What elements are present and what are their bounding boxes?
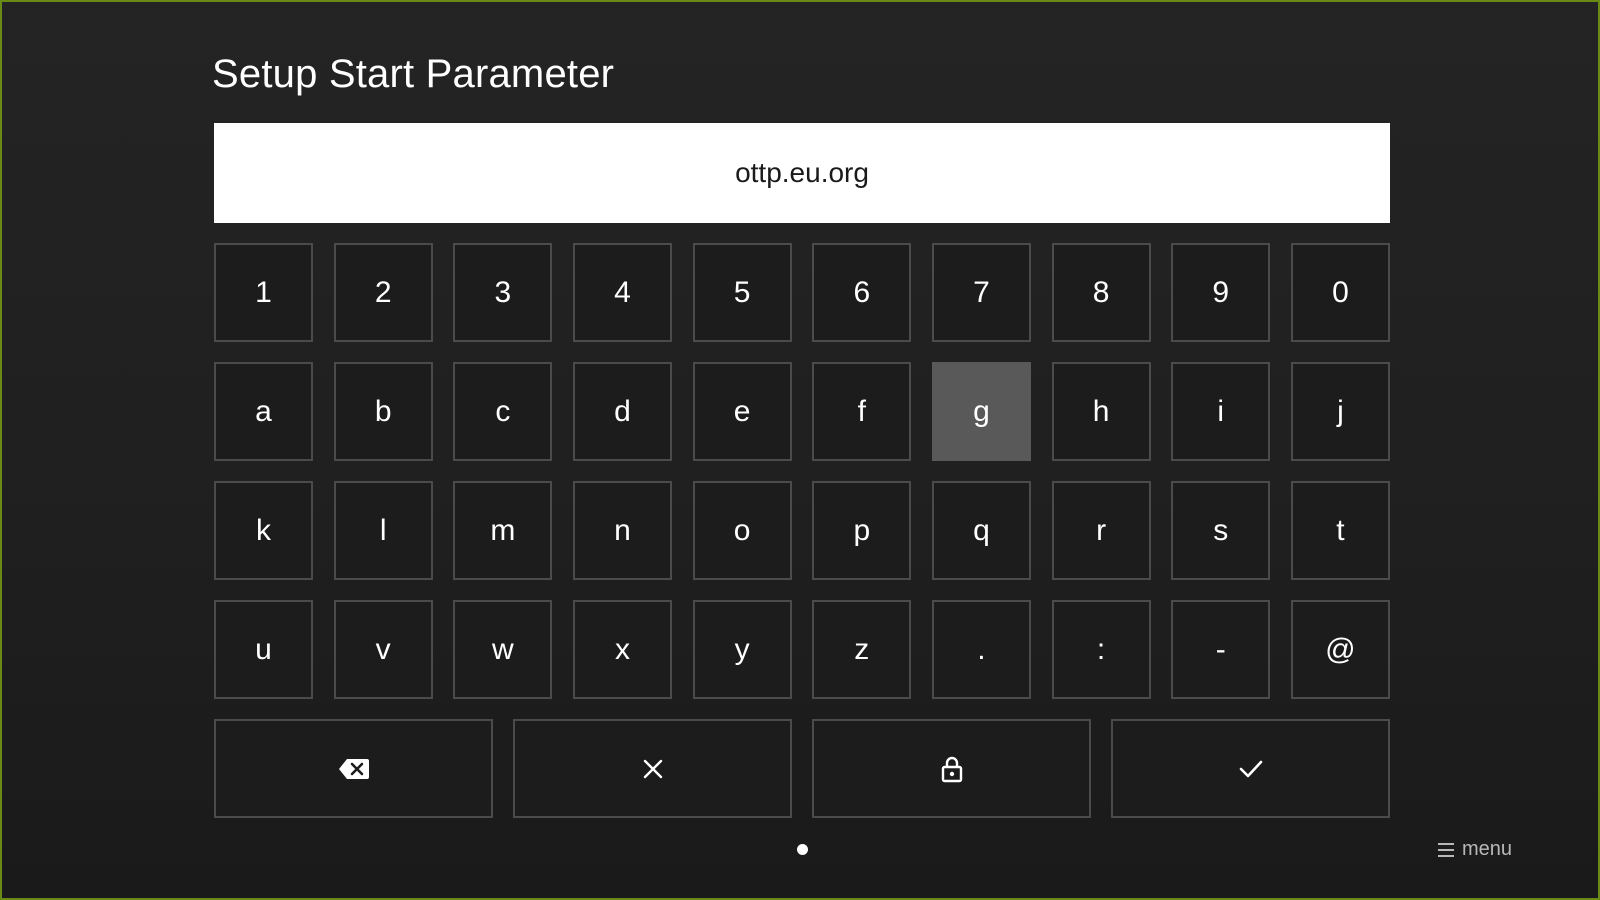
lock-button[interactable] (812, 719, 1091, 818)
backspace-button[interactable] (214, 719, 493, 818)
key-hyphen[interactable]: - (1171, 600, 1271, 699)
key-period[interactable]: . (931, 600, 1031, 699)
key-z[interactable]: z (812, 600, 912, 699)
key-8[interactable]: 8 (1051, 243, 1151, 342)
key-t[interactable]: t (1290, 481, 1390, 580)
key-colon[interactable]: : (1051, 600, 1151, 699)
key-v[interactable]: v (333, 600, 433, 699)
menu-icon (1438, 842, 1454, 857)
key-l[interactable]: l (333, 481, 433, 580)
key-7[interactable]: 7 (931, 243, 1031, 342)
menu-hint[interactable]: menu (1438, 838, 1512, 861)
key-at[interactable]: @ (1290, 600, 1390, 699)
key-u[interactable]: u (214, 600, 313, 699)
key-2[interactable]: 2 (333, 243, 433, 342)
page-indicator-dot (797, 844, 808, 855)
key-p[interactable]: p (812, 481, 912, 580)
key-i[interactable]: i (1171, 362, 1271, 461)
key-o[interactable]: o (692, 481, 792, 580)
key-q[interactable]: q (931, 481, 1031, 580)
key-9[interactable]: 9 (1171, 243, 1271, 342)
key-3[interactable]: 3 (453, 243, 553, 342)
key-s[interactable]: s (1171, 481, 1271, 580)
key-n[interactable]: n (572, 481, 672, 580)
key-x[interactable]: x (572, 600, 672, 699)
start-parameter-input[interactable]: ottp.eu.org (214, 123, 1390, 223)
key-r[interactable]: r (1051, 481, 1151, 580)
keyboard-action-row (214, 719, 1390, 818)
keyboard-row-a-j: a b c d e f g h i j (214, 362, 1390, 461)
keyboard-row-digits: 1 2 3 4 5 6 7 8 9 0 (214, 243, 1390, 342)
backspace-icon (338, 758, 369, 779)
page-title: Setup Start Parameter (212, 52, 615, 96)
check-icon (1239, 760, 1262, 777)
key-b[interactable]: b (333, 362, 433, 461)
key-a[interactable]: a (214, 362, 313, 461)
lock-icon (941, 756, 962, 782)
key-f[interactable]: f (812, 362, 912, 461)
key-g[interactable]: g (931, 362, 1031, 461)
key-e[interactable]: e (692, 362, 792, 461)
clear-button[interactable] (513, 719, 792, 818)
keyboard-row-u-symbols: u v w x y z . : - @ (214, 600, 1390, 699)
key-k[interactable]: k (214, 481, 313, 580)
on-screen-keyboard: 1 2 3 4 5 6 7 8 9 0 a b c d e f g h i j … (214, 243, 1390, 818)
key-c[interactable]: c (453, 362, 553, 461)
key-j[interactable]: j (1290, 362, 1390, 461)
menu-label: menu (1462, 838, 1513, 860)
key-1[interactable]: 1 (214, 243, 313, 342)
key-h[interactable]: h (1051, 362, 1151, 461)
close-icon (643, 759, 662, 778)
key-y[interactable]: y (692, 600, 792, 699)
keyboard-row-k-t: k l m n o p q r s t (214, 481, 1390, 580)
key-4[interactable]: 4 (572, 243, 672, 342)
key-6[interactable]: 6 (812, 243, 912, 342)
key-5[interactable]: 5 (692, 243, 792, 342)
key-0[interactable]: 0 (1290, 243, 1390, 342)
key-w[interactable]: w (453, 600, 553, 699)
confirm-button[interactable] (1111, 719, 1390, 818)
key-d[interactable]: d (572, 362, 672, 461)
input-value: ottp.eu.org (735, 157, 869, 188)
key-m[interactable]: m (453, 481, 553, 580)
